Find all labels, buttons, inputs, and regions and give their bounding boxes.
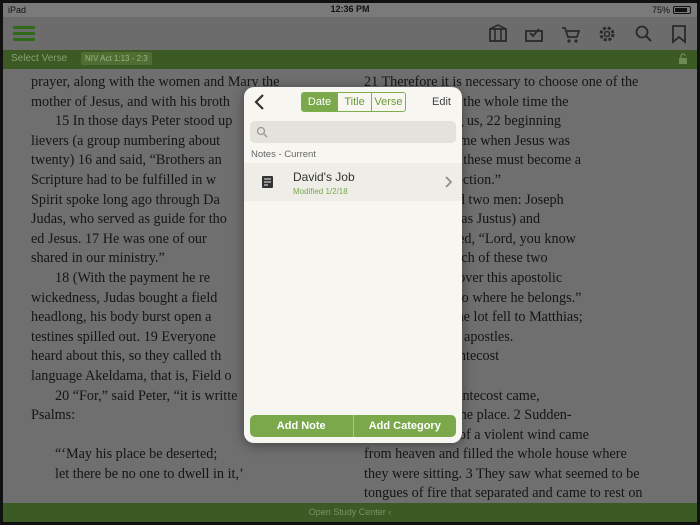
- popover-header: Date Title Verse Edit: [244, 87, 462, 117]
- text-line: [31, 484, 341, 504]
- reading-plan-icon[interactable]: [523, 23, 545, 45]
- menu-icon[interactable]: [13, 23, 35, 45]
- bookmark-icon[interactable]: [668, 23, 690, 45]
- text-line: “‘May his place be deserted;: [55, 446, 218, 463]
- gear-icon[interactable]: [596, 23, 618, 45]
- back-icon[interactable]: [252, 93, 268, 111]
- study-center-bar[interactable]: Open Study Center ‹: [3, 503, 697, 522]
- search-icon: [256, 126, 268, 138]
- note-list-item[interactable]: David's Job Modified 1/2/18: [244, 163, 462, 201]
- edit-button[interactable]: Edit: [432, 96, 451, 108]
- notes-popover: Date Title Verse Edit Notes - Current Da…: [244, 87, 462, 443]
- status-bar: iPad 12:36 PM 75%: [3, 3, 697, 17]
- note-title: David's Job: [293, 170, 355, 184]
- tab-title[interactable]: Title: [337, 93, 371, 111]
- tab-date[interactable]: Date: [302, 93, 337, 111]
- add-note-button[interactable]: Add Note: [250, 415, 353, 437]
- section-title: Notes - Current: [251, 149, 316, 160]
- search-input[interactable]: [272, 123, 452, 141]
- toolbar: [3, 17, 697, 50]
- text-line: tongues of fire that separated and came …: [364, 485, 643, 502]
- add-category-button[interactable]: Add Category: [352, 415, 457, 437]
- clock: 12:36 PM: [330, 4, 370, 14]
- search-icon[interactable]: [633, 23, 655, 45]
- text-line: they were sitting. 3 They saw what seeme…: [364, 465, 640, 482]
- verse-bar: Select Verse NIV Act 1:13 - 2:3: [3, 50, 697, 69]
- text-line: let there be no one to dwell in it,’: [55, 465, 244, 482]
- library-icon[interactable]: [487, 23, 509, 45]
- sort-segmented-control: Date Title Verse: [301, 92, 406, 112]
- battery-status: 75%: [652, 5, 691, 15]
- battery-icon: [673, 6, 691, 14]
- note-modified: Modified 1/2/18: [293, 187, 348, 196]
- lock-icon[interactable]: [677, 53, 689, 65]
- note-icon: [262, 176, 273, 188]
- popover-footer: Add Note Add Category: [250, 415, 456, 437]
- tab-verse[interactable]: Verse: [371, 93, 405, 111]
- select-verse-button[interactable]: Select Verse: [11, 53, 67, 64]
- battery-percent: 75%: [651, 5, 670, 15]
- app-frame: iPad 12:36 PM 75% Select Verse NIV Act 1…: [0, 0, 700, 525]
- chevron-right-icon: [445, 176, 452, 188]
- open-study-center-label[interactable]: Open Study Center: [309, 507, 386, 517]
- cart-icon[interactable]: [560, 23, 582, 45]
- notes-search: [250, 121, 456, 143]
- text-line: from heaven and filled the whole house w…: [364, 446, 627, 463]
- verse-reference[interactable]: NIV Act 1:13 - 2:3: [81, 52, 152, 65]
- chevron-left-icon: ‹: [388, 507, 392, 517]
